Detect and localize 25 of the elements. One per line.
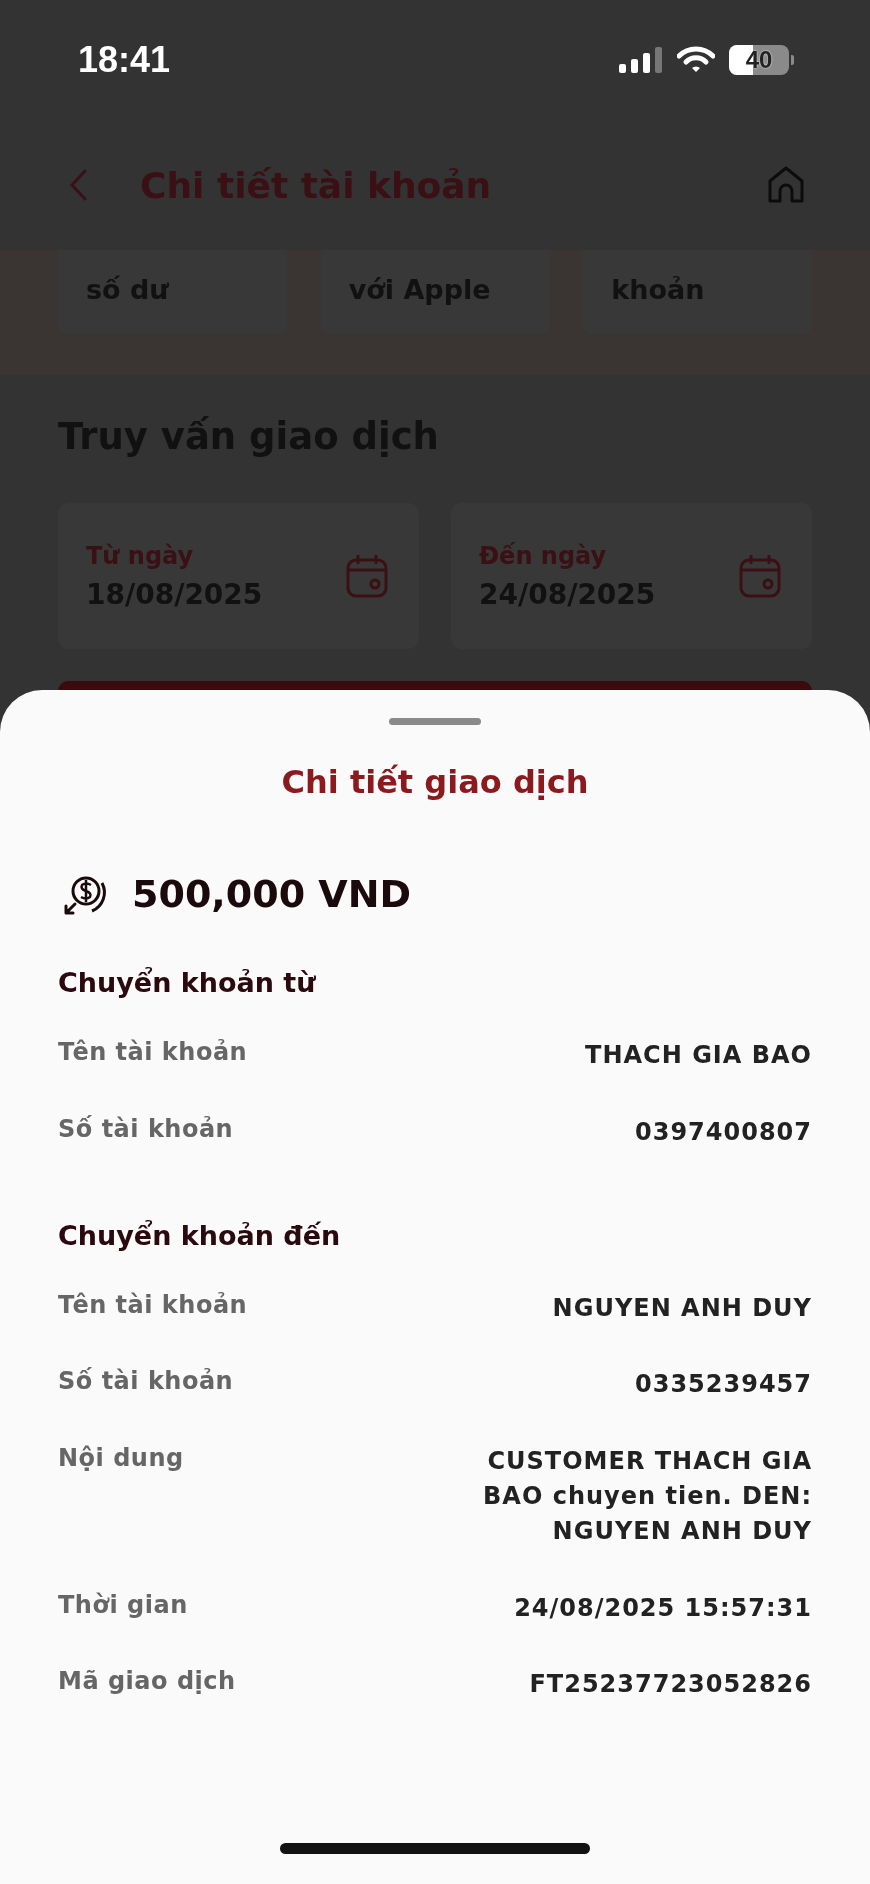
detail-value: FT25237723052826 bbox=[529, 1669, 812, 1701]
calendar-icon bbox=[345, 553, 389, 599]
detail-value: 0397400807 bbox=[635, 1116, 812, 1148]
detail-label: Mã giao dịch bbox=[58, 1667, 236, 1696]
detail-label: Thời gian bbox=[58, 1590, 188, 1619]
section-heading: Chuyển khoản từ bbox=[58, 967, 317, 998]
detail-label: Nội dung bbox=[58, 1444, 184, 1473]
wifi-icon bbox=[677, 46, 715, 74]
back-icon[interactable] bbox=[68, 168, 88, 202]
calendar-icon bbox=[738, 553, 782, 599]
detail-value: THACH GIA BAO bbox=[585, 1040, 812, 1071]
detail-value: NGUYEN ANH DUY bbox=[552, 1292, 812, 1324]
section-heading: Chuyển khoản đến bbox=[58, 1219, 342, 1251]
amount: 500,000 VND bbox=[132, 872, 412, 916]
detail-value: 0335239457 bbox=[635, 1369, 812, 1401]
detail-value: 24/08/2025 15:57:31 bbox=[514, 1592, 812, 1624]
detail-label: Tên tài khoản bbox=[58, 1038, 248, 1066]
status-time: 18:41 bbox=[78, 39, 171, 81]
detail-label: Tên tài khoản bbox=[58, 1290, 248, 1319]
detail-value: CUSTOMER THACH GIA BAO chuyen tien. DEN: NGUYEN ANH DUY bbox=[482, 1446, 812, 1547]
drag-handle[interactable] bbox=[389, 718, 481, 725]
detail-label: Số tài khoản bbox=[58, 1367, 234, 1396]
detail-label: Số tài khoản bbox=[58, 1114, 234, 1143]
sheet-title: Chi tiết giao dịch bbox=[280, 763, 590, 801]
signal-icon bbox=[619, 47, 663, 73]
